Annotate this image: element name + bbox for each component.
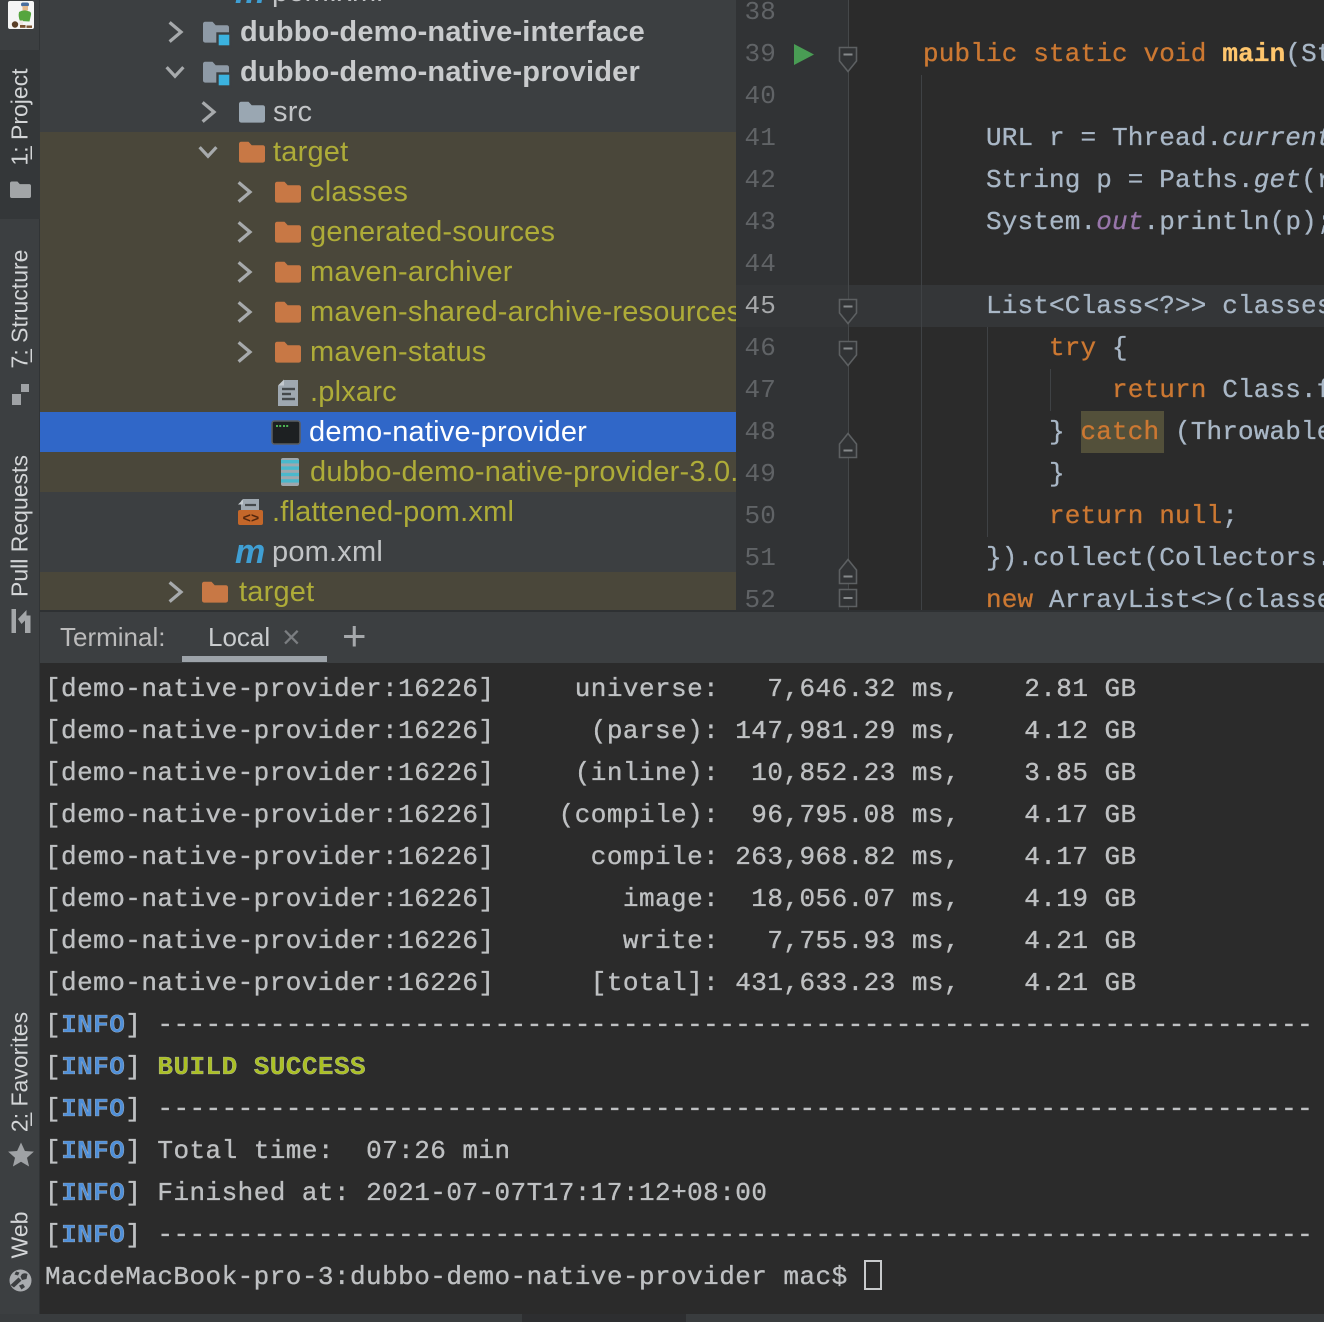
svg-text:m: m	[235, 0, 265, 8]
svg-text:m: m	[235, 536, 265, 568]
svg-text:<>: <>	[243, 512, 260, 528]
